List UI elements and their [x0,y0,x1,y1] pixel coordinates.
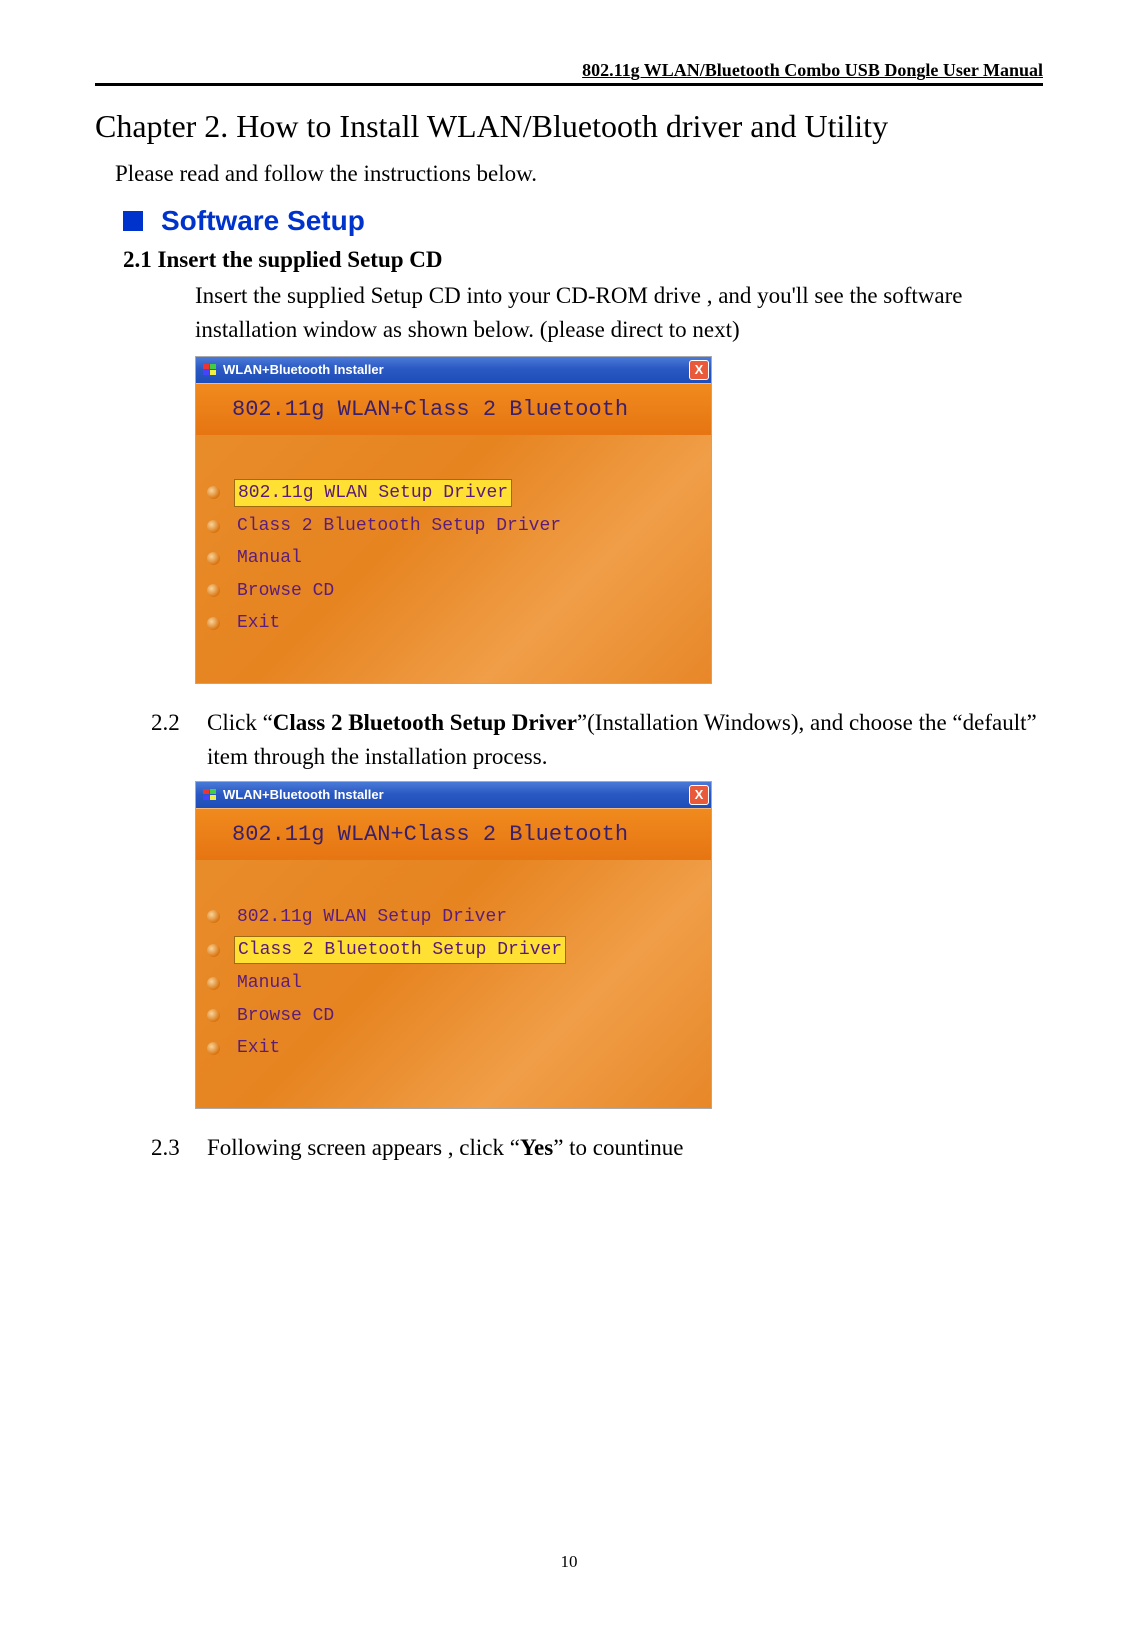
bullet-icon [207,584,220,597]
menu-item-browse[interactable]: Browse CD [214,1003,711,1029]
bullet-icon [207,520,220,533]
menu-label: Browse CD [234,1003,337,1029]
bullet-icon [207,977,220,990]
step-2-3-body: Following screen appears , click “Yes” t… [207,1131,1043,1166]
step-2-2: 2.2 Click “Class 2 Bluetooth Setup Drive… [151,706,1043,775]
menu-label: Class 2 Bluetooth Setup Driver [234,513,564,539]
menu-item-wlan[interactable]: 802.11g WLAN Setup Driver [214,479,711,507]
step-number: 2.2 [151,706,193,775]
installer-banner: 802.11g WLAN+Class 2 Bluetooth [196,383,711,435]
menu-item-wlan[interactable]: 802.11g WLAN Setup Driver [214,904,711,930]
page-header: 802.11g WLAN/Bluetooth Combo USB Dongle … [95,60,1043,86]
chapter-intro: Please read and follow the instructions … [115,161,1043,187]
section-title: Software Setup [161,205,365,237]
titlebar-text: WLAN+Bluetooth Installer [223,787,384,802]
close-icon[interactable]: X [689,785,709,805]
bullet-icon [207,944,220,957]
installer-window-2: WLAN+Bluetooth Installer X 802.11g WLAN+… [195,781,712,1109]
menu-label: Exit [234,1035,283,1061]
bullet-icon [207,1042,220,1055]
bullet-icon [207,910,220,923]
step-2-3: 2.3 Following screen appears , click “Ye… [151,1131,1043,1166]
step-2-1-title: 2.1 Insert the supplied Setup CD [123,247,1043,273]
menu-label: Browse CD [234,578,337,604]
app-icon [202,362,218,378]
menu-item-bluetooth[interactable]: Class 2 Bluetooth Setup Driver [214,513,711,539]
menu-item-bluetooth[interactable]: Class 2 Bluetooth Setup Driver [214,936,711,964]
bullet-square-icon [123,211,143,231]
bullet-icon [207,552,220,565]
installer-menu: 802.11g WLAN Setup Driver Class 2 Blueto… [196,435,711,683]
close-icon[interactable]: X [689,360,709,380]
menu-label: Manual [234,970,305,996]
step-number: 2.3 [151,1131,193,1166]
installer-menu: 802.11g WLAN Setup Driver Class 2 Blueto… [196,860,711,1108]
titlebar: WLAN+Bluetooth Installer X [196,782,711,808]
menu-item-manual[interactable]: Manual [214,970,711,996]
menu-label: Exit [234,610,283,636]
menu-item-browse[interactable]: Browse CD [214,578,711,604]
menu-item-exit[interactable]: Exit [214,610,711,636]
menu-item-exit[interactable]: Exit [214,1035,711,1061]
step-2-1-body: Insert the supplied Setup CD into your C… [195,279,1043,348]
installer-window-1: WLAN+Bluetooth Installer X 802.11g WLAN+… [195,356,712,684]
menu-label: 802.11g WLAN Setup Driver [234,479,512,507]
titlebar: WLAN+Bluetooth Installer X [196,357,711,383]
bullet-icon [207,617,220,630]
menu-item-manual[interactable]: Manual [214,545,711,571]
menu-label: 802.11g WLAN Setup Driver [234,904,510,930]
menu-label: Class 2 Bluetooth Setup Driver [234,936,566,964]
titlebar-text: WLAN+Bluetooth Installer [223,362,384,377]
page-number: 10 [0,1552,1138,1572]
bullet-icon [207,486,220,499]
step-2-2-body: Click “Class 2 Bluetooth Setup Driver”(I… [207,706,1043,775]
section-heading: Software Setup [123,205,1043,237]
bullet-icon [207,1009,220,1022]
chapter-title: Chapter 2. How to Install WLAN/Bluetooth… [95,104,1043,149]
app-icon [202,787,218,803]
menu-label: Manual [234,545,305,571]
installer-banner: 802.11g WLAN+Class 2 Bluetooth [196,808,711,860]
